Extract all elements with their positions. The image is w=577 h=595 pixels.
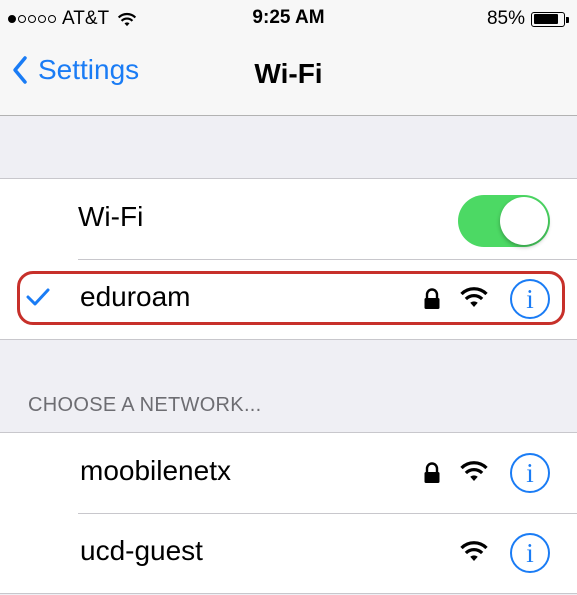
info-icon[interactable]: i (510, 279, 550, 319)
navigation-bar: Settings Wi-Fi (0, 38, 577, 116)
info-icon[interactable]: i (510, 533, 550, 573)
network-name: ucd-guest (80, 535, 203, 566)
wifi-signal-icon (460, 461, 488, 481)
toggle-knob (500, 197, 548, 245)
network-row[interactable]: moobilenetx i (0, 433, 577, 513)
wifi-toggle-label: Wi-Fi (78, 201, 144, 232)
wifi-group: Wi-Fi eduroam i (0, 178, 577, 340)
networks-list: moobilenetx i ucd-guest i (0, 432, 577, 594)
battery-cap (566, 16, 569, 23)
network-row[interactable]: ucd-guest i (0, 513, 577, 593)
wifi-toggle-switch[interactable] (458, 195, 550, 247)
lock-icon (424, 462, 440, 483)
lock-icon (424, 288, 440, 309)
page-title: Wi-Fi (254, 58, 323, 89)
connected-network-row[interactable]: eduroam i (0, 259, 577, 339)
wifi-toggle-row: Wi-Fi (0, 179, 577, 259)
status-right: 85% (486, 8, 569, 30)
section-header: CHOOSE A NETWORK... (28, 394, 262, 416)
network-name: eduroam (80, 281, 191, 312)
battery-fill (533, 14, 559, 24)
checkmark-icon (26, 288, 50, 306)
info-icon[interactable]: i (510, 453, 550, 493)
battery-percent: 85% (486, 8, 525, 29)
battery-icon (531, 11, 569, 27)
wifi-signal-icon (460, 287, 488, 307)
network-name: moobilenetx (80, 455, 231, 486)
wifi-signal-icon (460, 541, 488, 561)
status-bar: AT&T 9:25 AM 85% (0, 0, 577, 38)
